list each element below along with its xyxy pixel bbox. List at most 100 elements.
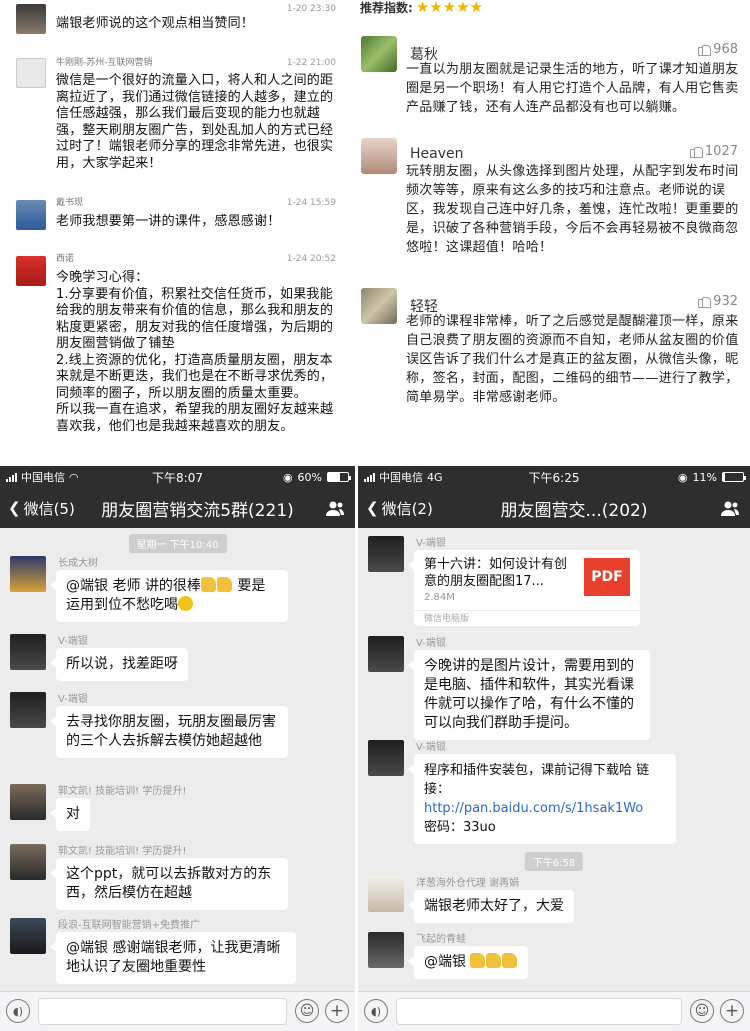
sender-name: V-端银	[58, 636, 88, 647]
review-item: Heaven 1027 玩转朋友圈，从头像选择到图片处理，从配字到发布时间频次等…	[358, 138, 746, 257]
review-item: 轻轻 932 老师的课程非常棒，听了之后感觉是醍醐灌顶一样，原来自己浪费了朋友圈…	[358, 288, 746, 407]
comment-time: 1-22 21:00	[286, 58, 336, 68]
sender-name: V-端银	[416, 638, 446, 649]
sender-name: 段浪-互联网智能营销+免费推广	[58, 920, 200, 931]
comment-author: 戴书现 1-24 15:59	[56, 198, 336, 208]
input-bar: ◖) ☺ +	[358, 991, 750, 1031]
file-message[interactable]: 第十六讲：如何设计有创意的朋友圈配图17... 2.84M PDF 微信电脑版	[408, 550, 640, 626]
avatar[interactable]	[16, 256, 46, 286]
nav-bar: ❮ 微信(2) 朋友圈营交...(202)	[358, 488, 750, 528]
comment-text: 端银老师说的这个观点相当赞同！	[56, 16, 255, 31]
back-label: 微信(2)	[381, 499, 433, 518]
sender-name: 郭文凯! 技能培训! 学历提升!	[58, 846, 187, 857]
sender-name: 郭文凯! 技能培训! 学历提升!	[58, 786, 187, 797]
avatar[interactable]	[361, 138, 397, 174]
thumbs-up-emoji-icon	[470, 953, 486, 968]
message-bubble[interactable]: @端银	[407, 946, 529, 979]
message-bubble[interactable]: @端银 老师 讲的很棒 要是运用到位不愁吃喝	[50, 570, 288, 622]
back-button[interactable]: ❮ 微信(5)	[8, 498, 75, 519]
like-button[interactable]: 968	[698, 42, 738, 57]
comment-text: 老师我想要第一讲的课件，感恩感谢！	[56, 214, 281, 229]
reviewer-name: 葛秋	[410, 47, 438, 63]
message-input[interactable]	[38, 998, 287, 1025]
message-list[interactable]: 星期一 下午10:40 长成大树 @端银 老师 讲的很棒 要是运用到位不愁吃喝 …	[0, 528, 355, 991]
avatar[interactable]	[10, 844, 46, 880]
status-bar: 中国电信 4G 下午6:25 ◉ 11%	[358, 466, 750, 488]
message-input[interactable]	[396, 998, 682, 1025]
avatar[interactable]	[368, 932, 404, 968]
rating-row: 推荐指数: ★★★★★	[360, 0, 484, 16]
message-bubble[interactable]: 去寻找你朋友圈，玩朋友圈最厉害的三个人去拆解去模仿她超越他	[50, 706, 288, 758]
message-bubble[interactable]: 这个ppt，就可以去拆散对方的东西，然后模仿在超越	[50, 858, 288, 910]
group-members-icon[interactable]	[720, 500, 740, 516]
battery-icon	[327, 472, 351, 482]
avatar[interactable]	[361, 288, 397, 324]
thumbs-up-emoji-icon	[486, 953, 502, 968]
group-members-icon[interactable]	[325, 500, 345, 516]
chat-title: 朋友圈营销交流5群(221)	[101, 500, 294, 521]
pdf-icon: PDF	[584, 558, 630, 596]
comment-text: 微信是一个很好的流量入口，将人和人之间的距离拉近了，我们通过微信链接的人越多，建…	[56, 73, 334, 171]
reviewer-name: 轻轻	[410, 299, 438, 315]
avatar[interactable]	[16, 200, 46, 230]
comment-item: 牛刚刚-苏州-互联网营销 1-22 21:00 微信是一个很好的流量入口，将人和人…	[0, 56, 350, 172]
file-source: 微信电脑版	[414, 610, 640, 626]
avatar[interactable]	[10, 556, 46, 592]
comment-author: 1-20 23:30	[56, 2, 342, 16]
sender-name: 长成大树	[58, 558, 98, 569]
avatar[interactable]	[16, 4, 46, 34]
avatar[interactable]	[10, 784, 46, 820]
comment-author: 牛刚刚-苏州-互联网营销 1-22 21:00	[56, 58, 336, 68]
status-bar: 中国电信 ◠ 下午8:07 ◉ 60%	[0, 466, 355, 488]
back-button[interactable]: ❮ 微信(2)	[366, 498, 433, 519]
avatar[interactable]	[10, 918, 46, 954]
wechat-chat-left: 中国电信 ◠ 下午8:07 ◉ 60% ❮ 微信(5) 朋友圈营销交流5群(221…	[0, 466, 355, 1031]
sender-name: 飞起的青蛙	[416, 934, 466, 945]
like-button[interactable]: 1027	[689, 144, 738, 159]
message-bubble[interactable]: 对	[50, 798, 90, 831]
plus-icon[interactable]: +	[720, 999, 744, 1023]
message-bubble[interactable]: @端银 感谢端银老师，让我更清晰地认识了友圈地重要性	[50, 932, 296, 984]
avatar[interactable]	[368, 536, 404, 572]
like-count: 932	[713, 294, 738, 309]
wechat-chat-right: 中国电信 4G 下午6:25 ◉ 11% ❮ 微信(2) 朋友圈营交...(202…	[358, 466, 750, 1031]
avatar[interactable]	[16, 58, 46, 88]
download-link[interactable]: http://pan.baidu.com/s/1hsak1Wo	[424, 799, 666, 818]
comment-time: 1-24 20:52	[286, 254, 336, 264]
avatar[interactable]	[10, 634, 46, 670]
voice-icon[interactable]: ◖)	[364, 999, 388, 1023]
comment-item: 戴书现 1-24 15:59 老师我想要第一讲的课件，感恩感谢！	[0, 196, 350, 231]
message-bubble[interactable]: 端银老师太好了，大爱	[408, 890, 574, 923]
comment-text: 今晚学习心得： 1.分享要有价值，积累社交信任货币，如果我能给我的朋友带来有价值…	[56, 270, 334, 434]
star-rating-icon: ★★★★★	[415, 0, 484, 16]
emoji-icon[interactable]: ☺	[690, 999, 714, 1023]
voice-icon[interactable]: ◖)	[6, 999, 30, 1023]
comment-item: 西诺 1-24 20:52 今晚学习心得： 1.分享要有价值，积累社交信任货币，如…	[0, 252, 350, 435]
comment-time: 1-24 15:59	[286, 198, 336, 208]
avatar[interactable]	[368, 740, 404, 776]
chevron-left-icon: ❮	[8, 499, 21, 517]
message-bubble[interactable]: 今晚讲的是图片设计，需要用到的是电脑、插件和软件，其实光看课件就可以操作了哈，有…	[408, 650, 650, 740]
rating-label: 推荐指数:	[360, 0, 413, 15]
clock: 下午8:07	[152, 470, 203, 485]
message-bubble[interactable]: 所以说，找差距呀	[50, 648, 188, 681]
avatar[interactable]	[368, 636, 404, 672]
message-list[interactable]: V-端银 第十六讲：如何设计有创意的朋友圈配图17... 2.84M PDF 微…	[358, 528, 750, 991]
battery-fill	[723, 473, 726, 481]
comment-time: 1-20 23:30	[286, 4, 336, 14]
thumbs-up-icon	[698, 296, 712, 308]
avatar[interactable]	[10, 692, 46, 728]
sender-name: V-端银	[416, 538, 446, 549]
plus-icon[interactable]: +	[325, 999, 349, 1023]
emoji-icon[interactable]: ☺	[295, 999, 319, 1023]
reviewer-name: Heaven	[410, 146, 464, 162]
avatar[interactable]	[361, 36, 397, 72]
chat-title: 朋友圈营交...(202)	[500, 500, 648, 521]
thumbs-up-emoji-icon	[200, 577, 216, 592]
comment-author: 西诺 1-24 20:52	[56, 254, 336, 264]
avatar[interactable]	[368, 876, 404, 912]
reviews-panel: 推荐指数: ★★★★★ 葛秋 968 一直以为朋友圈就是记录生活的地方，听了课才…	[350, 0, 750, 464]
message-bubble[interactable]: 程序和插件安装包，课前记得下载哈 链接： http://pan.baidu.co…	[408, 754, 676, 844]
like-button[interactable]: 932	[698, 294, 738, 309]
sender-name: V-端银	[58, 694, 88, 705]
